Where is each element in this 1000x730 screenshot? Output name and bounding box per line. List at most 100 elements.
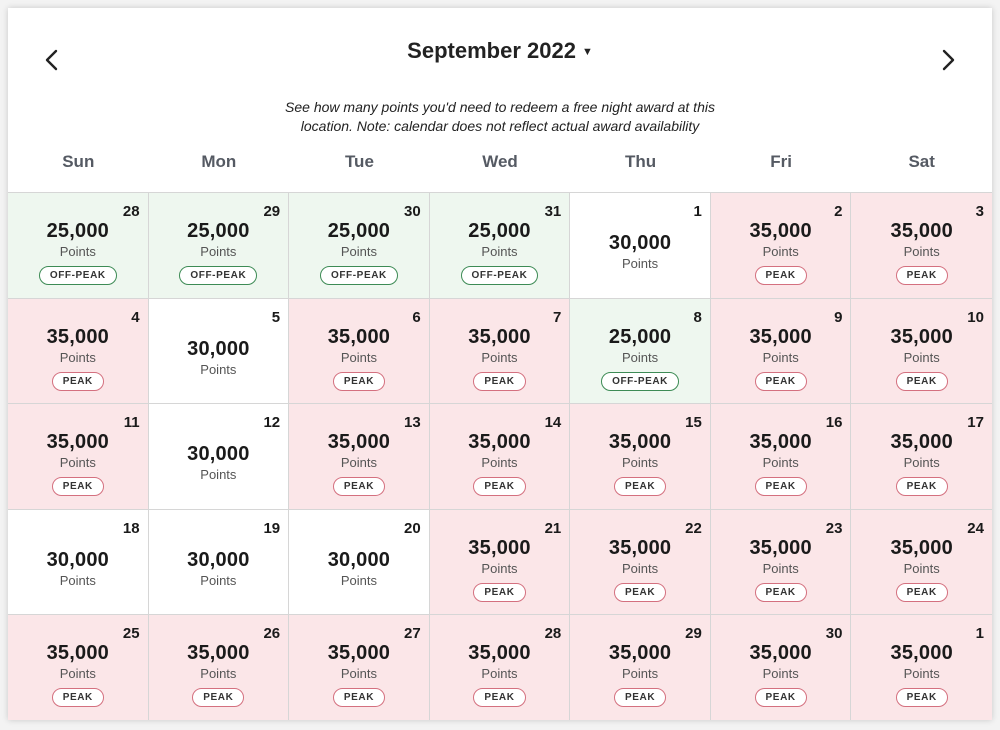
- calendar-day[interactable]: 28 25,000 Points OFF-PEAK: [8, 193, 149, 299]
- points-value: 35,000: [468, 642, 531, 665]
- points-value: 30,000: [46, 548, 109, 571]
- points-label: Points: [762, 349, 799, 365]
- points-label: Points: [200, 666, 237, 682]
- calendar-day[interactable]: 13 35,000 Points PEAK: [289, 404, 430, 510]
- peak-badge: PEAK: [51, 688, 104, 708]
- points-value: 35,000: [46, 325, 109, 348]
- calendar-day[interactable]: 25 35,000 Points PEAK: [8, 615, 149, 720]
- calendar-day[interactable]: 14 35,000 Points PEAK: [429, 404, 571, 510]
- calendar-day[interactable]: 21 35,000 Points PEAK: [429, 509, 571, 616]
- points-value: 35,000: [46, 431, 109, 454]
- calendar-day[interactable]: 29 35,000 Points PEAK: [570, 615, 711, 720]
- day-number: 15: [685, 414, 702, 432]
- peak-badge: PEAK: [473, 688, 526, 708]
- points-value: 35,000: [749, 220, 812, 242]
- day-points-block: 35,000 Points PEAK: [851, 219, 992, 285]
- calendar-day[interactable]: 6 35,000 Points PEAK: [289, 298, 430, 405]
- calendar-day[interactable]: 23 35,000 Points PEAK: [710, 509, 852, 616]
- calendar-day[interactable]: 31 25,000 Points OFF-PEAK: [429, 193, 571, 299]
- award-calendar: September 2022 ▼ See how many points you'…: [8, 8, 992, 720]
- calendar-day[interactable]: 11 35,000 Points PEAK: [8, 404, 149, 510]
- month-selector[interactable]: September 2022 ▼: [8, 38, 992, 64]
- peak-badge: PEAK: [613, 688, 667, 708]
- day-points-block: 30,000 Points: [289, 548, 429, 589]
- points-label: Points: [481, 666, 518, 682]
- day-points-block: 35,000 Points PEAK: [711, 430, 851, 497]
- off-peak-badge: OFF-PEAK: [460, 266, 539, 285]
- calendar-day[interactable]: 30 35,000 Points PEAK: [710, 615, 852, 720]
- calendar-day[interactable]: 15 35,000 Points PEAK: [570, 404, 711, 510]
- calendar-day[interactable]: 3 35,000 Points PEAK: [851, 193, 992, 299]
- calendar-day[interactable]: 22 35,000 Points PEAK: [570, 509, 711, 616]
- calendar-day[interactable]: 1 30,000 Points: [570, 193, 711, 299]
- weekday-mon: Mon: [201, 152, 237, 171]
- day-number: 19: [263, 519, 281, 537]
- points-value: 35,000: [890, 325, 953, 348]
- day-number: 22: [685, 519, 702, 537]
- points-value: 35,000: [608, 536, 672, 559]
- calendar-day[interactable]: 12 30,000 Points: [148, 404, 290, 510]
- points-label: Points: [903, 455, 940, 471]
- calendar-day[interactable]: 17 35,000 Points PEAK: [851, 404, 992, 510]
- peak-badge: PEAK: [895, 582, 948, 602]
- peak-badge: PEAK: [895, 688, 948, 708]
- calendar-day[interactable]: 16 35,000 Points PEAK: [710, 404, 852, 510]
- day-number: 5: [271, 308, 281, 326]
- day-number: 4: [131, 308, 140, 326]
- calendar-day[interactable]: 2 35,000 Points PEAK: [710, 193, 852, 299]
- calendar-day[interactable]: 30 25,000 Points OFF-PEAK: [289, 193, 430, 299]
- calendar-day[interactable]: 27 35,000 Points PEAK: [289, 615, 430, 720]
- points-value: 35,000: [890, 642, 953, 665]
- calendar-day[interactable]: 1 35,000 Points PEAK: [851, 615, 992, 720]
- peak-badge: PEAK: [613, 582, 667, 602]
- day-number: 10: [967, 308, 984, 326]
- points-label: Points: [340, 455, 377, 471]
- calendar-day[interactable]: 28 35,000 Points PEAK: [429, 615, 571, 720]
- calendar-day[interactable]: 5 30,000 Points: [148, 298, 290, 405]
- calendar-day[interactable]: 4 35,000 Points PEAK: [8, 298, 149, 405]
- calendar-day[interactable]: 26 35,000 Points PEAK: [148, 615, 290, 720]
- points-label: Points: [621, 349, 659, 365]
- off-peak-badge: OFF-PEAK: [38, 266, 117, 285]
- day-points-block: 30,000 Points: [149, 548, 289, 589]
- calendar-day[interactable]: 10 35,000 Points PEAK: [851, 298, 992, 405]
- day-number: 29: [263, 203, 281, 220]
- day-points-block: 25,000 Points OFF-PEAK: [8, 219, 148, 285]
- day-number: 30: [404, 203, 421, 220]
- calendar-day[interactable]: 29 25,000 Points OFF-PEAK: [148, 193, 290, 299]
- day-points-block: 35,000 Points PEAK: [711, 325, 851, 391]
- day-points-block: 35,000 Points PEAK: [711, 219, 851, 285]
- points-value: 35,000: [468, 431, 531, 454]
- points-value: 35,000: [608, 642, 672, 665]
- points-label: Points: [59, 349, 96, 365]
- points-value: 25,000: [46, 220, 109, 242]
- calendar-day[interactable]: 18 30,000 Points: [8, 509, 149, 616]
- calendar-day[interactable]: 8 25,000 Points OFF-PEAK: [570, 298, 711, 405]
- points-label: Points: [200, 244, 237, 259]
- points-label: Points: [340, 244, 377, 259]
- points-value: 35,000: [468, 325, 531, 348]
- points-label: Points: [762, 244, 799, 259]
- calendar-day[interactable]: 9 35,000 Points PEAK: [710, 298, 852, 405]
- points-label: Points: [903, 244, 940, 259]
- chevron-right-icon: [942, 49, 955, 71]
- day-number: 24: [967, 519, 984, 537]
- day-points-block: 30,000 Points: [8, 548, 148, 589]
- peak-badge: PEAK: [473, 477, 526, 497]
- off-peak-badge: OFF-PEAK: [319, 266, 398, 285]
- points-value: 30,000: [187, 548, 250, 571]
- day-points-block: 35,000 Points PEAK: [851, 536, 992, 602]
- calendar-day[interactable]: 7 35,000 Points PEAK: [429, 298, 571, 405]
- calendar-day[interactable]: 19 30,000 Points: [148, 509, 290, 616]
- points-value: 35,000: [749, 325, 812, 348]
- calendar-day[interactable]: 20 30,000 Points: [289, 509, 430, 616]
- points-value: 25,000: [187, 220, 250, 242]
- calendar-day[interactable]: 24 35,000 Points PEAK: [851, 509, 992, 616]
- peak-badge: PEAK: [754, 688, 807, 708]
- off-peak-badge: OFF-PEAK: [179, 266, 258, 285]
- caret-down-icon: ▼: [581, 46, 593, 58]
- day-number: 3: [975, 203, 984, 220]
- points-value: 25,000: [608, 325, 672, 348]
- points-label: Points: [762, 455, 799, 471]
- next-month-button[interactable]: [928, 36, 968, 84]
